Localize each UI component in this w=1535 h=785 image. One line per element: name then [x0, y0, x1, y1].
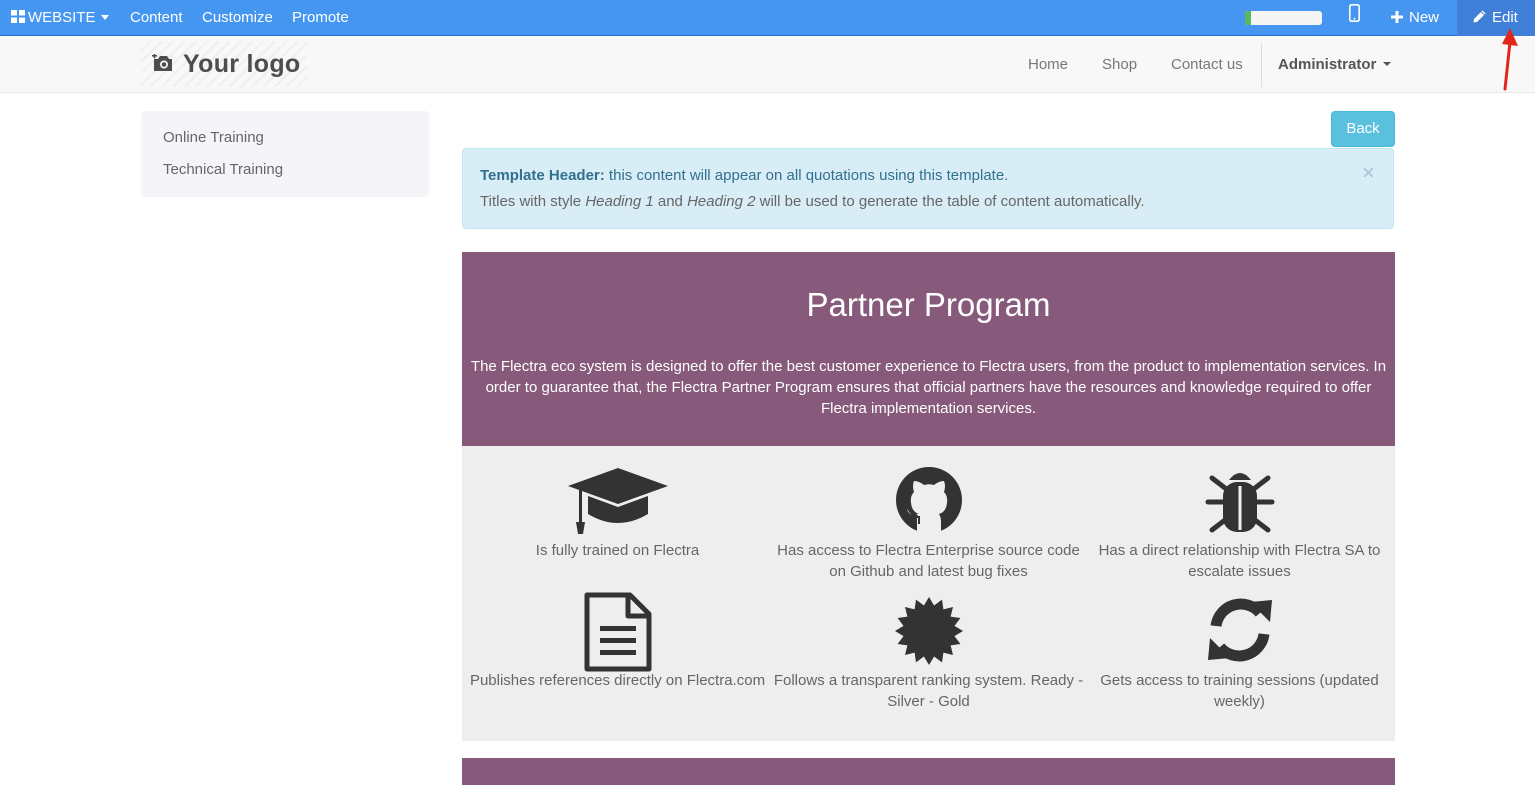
sidebar-item-online-training[interactable]: Online Training [163, 129, 264, 146]
template-header-alert: Template Header: this content will appea… [462, 148, 1394, 229]
caret-down-icon [100, 15, 109, 20]
refresh-icon [1084, 596, 1395, 668]
camera-icon [152, 54, 172, 71]
nav-home[interactable]: Home [1028, 37, 1068, 93]
promote-menu[interactable]: Promote [292, 0, 349, 36]
alert-text-part: will be used to generate the table of co… [755, 193, 1145, 210]
apps-grid-icon [11, 10, 25, 23]
pencil-icon [1473, 10, 1486, 23]
template-sidebar: Online Training Technical Training [141, 111, 429, 197]
banner-text: The Flectra eco system is designed to of… [470, 358, 1387, 417]
github-icon [773, 466, 1084, 538]
user-menu[interactable]: Administrator [1278, 37, 1392, 93]
alert-text: this content will appear on all quotatio… [604, 167, 1009, 184]
sidebar-item-technical-training[interactable]: Technical Training [163, 161, 283, 178]
edit-button-label: Edit [1492, 9, 1518, 26]
feature-label: Is fully trained on Flectra [535, 542, 700, 559]
website-menu[interactable]: WEBSITE [11, 0, 109, 36]
mobile-preview-button[interactable] [1349, 0, 1360, 36]
new-button[interactable]: New [1391, 0, 1439, 36]
content-menu[interactable]: Content [130, 0, 183, 36]
feature-label: Gets access to training sessions (update… [1100, 672, 1379, 710]
user-name: Administrator [1278, 56, 1377, 73]
plus-icon [1391, 11, 1403, 23]
banner-title: Partner Program [806, 286, 1051, 323]
mobile-icon [1349, 4, 1360, 22]
site-header: Your logo Home Shop Contact us Administr… [0, 37, 1535, 93]
customize-menu[interactable]: Customize [202, 0, 273, 36]
annotation-arrow-icon [1502, 28, 1518, 91]
back-button[interactable]: Back [1331, 111, 1395, 147]
alert-heading1: Heading 1 [585, 193, 654, 210]
alert-text-part: and [653, 193, 688, 210]
alert-heading2: Heading 2 [687, 193, 756, 210]
feature-label: Has a direct relationship with Flectra S… [1098, 542, 1381, 580]
website-menu-label: WEBSITE [28, 9, 96, 26]
close-icon[interactable]: × [1362, 161, 1375, 185]
alert-line-2: Titles with style Heading 1 and Heading … [480, 193, 1145, 210]
feature-label: Has access to Flectra Enterprise source … [777, 542, 1080, 580]
nav-contact-us[interactable]: Contact us [1171, 37, 1243, 93]
alert-text-part: Titles with style [480, 193, 586, 210]
graduation-cap-icon [462, 466, 773, 538]
next-section-band [462, 758, 1395, 785]
nav-divider [1261, 43, 1262, 87]
progress-bar [1245, 11, 1322, 25]
partner-program-banner: Partner Program The Flectra eco system i… [462, 252, 1395, 446]
editor-topbar: WEBSITE Content Customize Promote New Ed… [0, 0, 1535, 36]
alert-title: Template Header: [480, 167, 605, 184]
site-logo[interactable]: Your logo [141, 41, 307, 87]
certificate-icon [773, 596, 1084, 668]
nav-shop[interactable]: Shop [1102, 37, 1137, 93]
caret-down-icon [1383, 62, 1392, 66]
alert-line-1: Template Header: this content will appea… [480, 167, 1008, 184]
feature-label: Follows a transparent ranking system. Re… [773, 672, 1084, 710]
logo-text: Your logo [183, 50, 301, 78]
bug-icon [1084, 466, 1395, 538]
progress-fill [1245, 11, 1252, 25]
features-section: Is fully trained on Flectra Has access t… [462, 446, 1395, 741]
new-button-label: New [1409, 9, 1440, 26]
feature-label: Publishes references directly on Flectra… [469, 672, 766, 689]
document-icon [462, 592, 773, 672]
